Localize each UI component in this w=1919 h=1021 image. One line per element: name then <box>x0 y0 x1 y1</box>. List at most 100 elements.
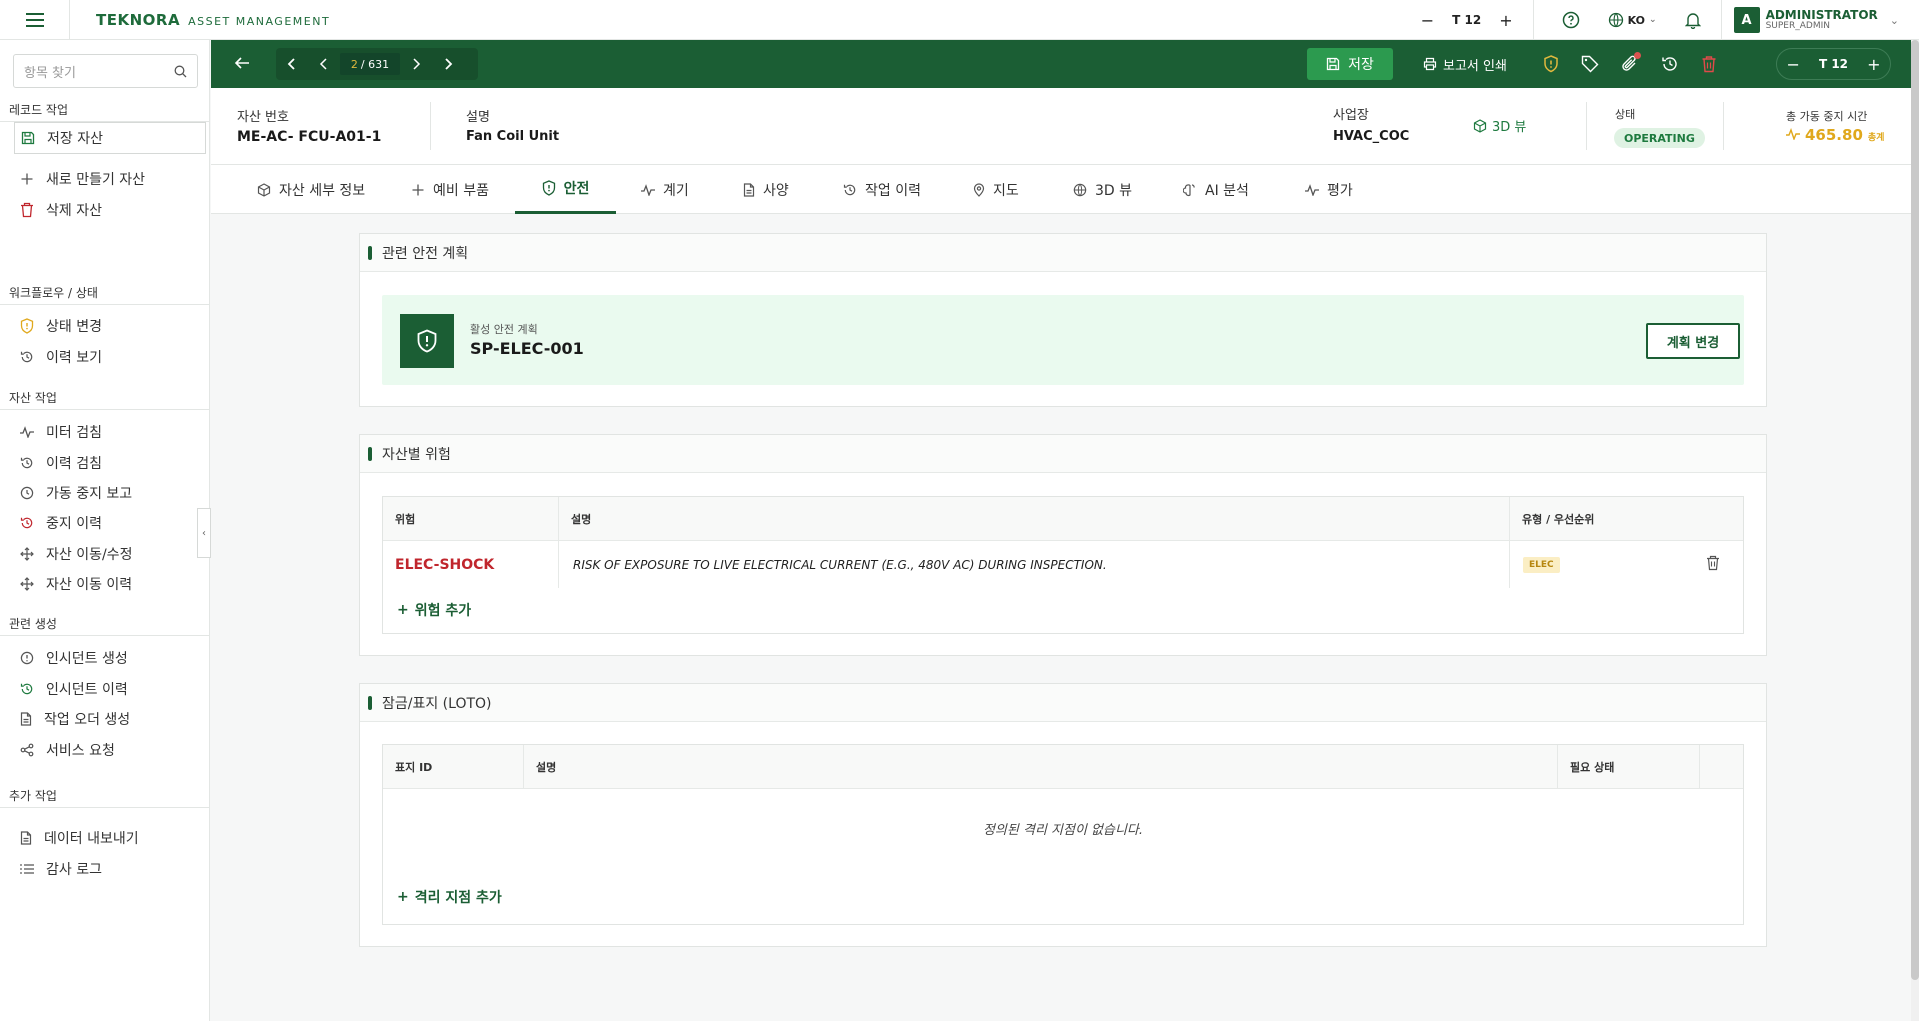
tab-6[interactable]: 지도 <box>973 165 1019 214</box>
sidebar-item-3-2[interactable]: 작업 오더 생성 <box>14 703 206 735</box>
tab-4[interactable]: 사양 <box>743 165 789 214</box>
scrollbar[interactable] <box>1911 40 1919 1021</box>
font-increase-button[interactable]: + <box>1499 11 1512 30</box>
record-toolbar: 2/ 631 저장 보고서 인쇄 − T 12 + <box>211 40 1915 88</box>
tab-7[interactable]: 3D 뷰 <box>1073 165 1132 214</box>
user-name: ADMINISTRATOR <box>1765 7 1878 22</box>
tab-0[interactable]: 자산 세부 정보 <box>257 165 365 214</box>
sidebar-item-2-3[interactable]: 중지 이력 <box>14 507 206 539</box>
sidebar-item-label: 중지 이력 <box>46 516 102 532</box>
pin-icon <box>973 182 985 197</box>
sidebar-item-0-0[interactable]: 저장 자산 <box>14 122 206 154</box>
history-icon[interactable] <box>1661 55 1679 73</box>
plus-icon <box>20 172 34 186</box>
back-arrow-icon[interactable] <box>233 54 251 72</box>
shield-alert-icon[interactable] <box>1543 55 1559 73</box>
plus-icon: + <box>397 889 409 905</box>
sidebar-item-1-0[interactable]: 상태 변경 <box>14 310 206 342</box>
sidebar-item-2-2[interactable]: 가동 중지 보고 <box>14 477 206 509</box>
tab-1[interactable]: 예비 부품 <box>411 165 489 214</box>
tab-label: 예비 부품 <box>433 182 489 199</box>
trash-icon[interactable] <box>1706 555 1720 571</box>
sidebar-item-label: 저장 자산 <box>47 131 103 147</box>
sidebar-item-4-1[interactable]: 감사 로그 <box>14 853 206 885</box>
add-isolation-point-button[interactable]: + 격리 지점 추가 <box>397 887 502 907</box>
sidebar-item-3-0[interactable]: 인시던트 생성 <box>14 642 206 674</box>
sidebar-section-title: 추가 작업 <box>9 789 57 803</box>
sidebar-item-label: 인시던트 생성 <box>46 651 128 667</box>
sidebar-item-0-1[interactable]: 새로 만들기 자산 <box>14 163 206 195</box>
asset-header: 자산 번호 ME-AC- FCU-A01-1 설명 Fan Coil Unit … <box>211 88 1911 165</box>
avatar: A <box>1733 7 1760 33</box>
tab-label: 안전 <box>563 181 590 197</box>
attachment-icon[interactable] <box>1621 52 1641 73</box>
pulse-icon <box>20 426 34 438</box>
print-report-button[interactable]: 보고서 인쇄 <box>1423 48 1507 80</box>
content-zoom-control: − T 12 + <box>1776 48 1891 80</box>
bell-icon[interactable] <box>1671 0 1715 40</box>
sidebar-collapse-button[interactable]: ‹ <box>197 508 211 558</box>
hazard-type-badge: ELEC <box>1523 557 1560 573</box>
zoom-out-button[interactable]: − <box>1787 55 1800 74</box>
table-row[interactable]: ELEC-SHOCK RISK OF EXPOSURE TO LIVE ELEC… <box>383 541 1743 588</box>
sidebar-search-input[interactable]: 항목 찾기 <box>13 54 198 88</box>
last-record-button[interactable] <box>432 48 464 80</box>
tab-3[interactable]: 계기 <box>641 165 689 214</box>
asset-number-label: 자산 번호 <box>237 110 289 125</box>
sidebar-item-label: 자산 이동/수정 <box>46 547 133 563</box>
asset-number: ME-AC- FCU-A01-1 <box>237 129 382 145</box>
tab-8[interactable]: AI 분석 <box>1183 165 1249 214</box>
document-icon <box>20 712 32 726</box>
status-badge: OPERATING <box>1614 128 1705 148</box>
tab-label: 지도 <box>993 182 1019 199</box>
sidebar-item-label: 상태 변경 <box>46 319 102 335</box>
card-title: 자산별 위험 <box>360 435 1766 473</box>
first-record-button[interactable] <box>276 48 308 80</box>
pulse-icon <box>641 183 655 196</box>
delete-icon[interactable] <box>1701 55 1717 73</box>
language-selector[interactable]: KO ⌄ <box>1594 12 1671 28</box>
view-3d-link[interactable]: 3D 뷰 <box>1473 116 1526 135</box>
sidebar-item-3-3[interactable]: 서비스 요청 <box>14 734 206 766</box>
record-pager: 2/ 631 <box>276 48 478 80</box>
menu-icon[interactable] <box>0 0 70 40</box>
card-title: 잠금/표지 (LOTO) <box>360 684 1766 722</box>
printer-icon <box>1423 57 1437 71</box>
tab-9[interactable]: 평가 <box>1305 165 1353 214</box>
help-icon[interactable] <box>1548 0 1594 40</box>
user-menu[interactable]: A ADMINISTRATOR SUPER_ADMIN ⌄ <box>1720 0 1919 40</box>
downtime-label: 총 가동 중지 시간 <box>1786 110 1868 123</box>
change-plan-button[interactable]: 계획 변경 <box>1646 323 1740 359</box>
top-bar: TEKNORA ASSET MANAGEMENT − T 12 + KO ⌄ A… <box>0 0 1919 40</box>
prev-record-button[interactable] <box>308 48 340 80</box>
tab-5[interactable]: 작업 이력 <box>843 165 921 214</box>
asset-tabs: 자산 세부 정보 예비 부품 안전 계기 사양 작업 이력 지도 3D 뷰 AI… <box>211 165 1911 214</box>
sidebar-item-label: 자산 이동 이력 <box>46 577 133 593</box>
sidebar-section-title: 자산 작업 <box>9 391 57 405</box>
history-icon <box>20 682 34 696</box>
save-button[interactable]: 저장 <box>1307 48 1393 80</box>
sidebar-item-1-1[interactable]: 이력 보기 <box>14 341 206 373</box>
tag-icon[interactable] <box>1581 55 1599 73</box>
sidebar-item-label: 데이터 내보내기 <box>44 831 139 847</box>
zoom-in-button[interactable]: + <box>1867 55 1880 74</box>
tab-2[interactable]: 안전 <box>515 165 616 214</box>
next-record-button[interactable] <box>400 48 432 80</box>
font-decrease-button[interactable]: − <box>1421 11 1434 30</box>
sidebar-item-2-0[interactable]: 미터 검침 <box>14 416 206 448</box>
sidebar-item-0-2[interactable]: 삭제 자산 <box>14 194 206 226</box>
globe-icon <box>1608 12 1624 28</box>
add-hazard-button[interactable]: + 위험 추가 <box>397 600 471 620</box>
tab-label: 작업 이력 <box>865 182 921 199</box>
app-logo: TEKNORA ASSET MANAGEMENT <box>96 10 331 29</box>
sidebar-item-2-4[interactable]: 자산 이동/수정 <box>14 538 206 570</box>
page-indicator[interactable]: 2/ 631 <box>340 53 400 75</box>
plus-icon: + <box>397 602 409 618</box>
sidebar-item-3-1[interactable]: 인시던트 이력 <box>14 673 206 705</box>
tab-label: 사양 <box>763 182 789 199</box>
loto-card: 잠금/표지 (LOTO) 표지 ID 설명 필요 상태 정의된 격리 지점이 없… <box>359 683 1767 947</box>
tab-label: 3D 뷰 <box>1095 182 1133 199</box>
sidebar-item-2-5[interactable]: 자산 이동 이력 <box>14 568 206 600</box>
sidebar-item-2-1[interactable]: 이력 검침 <box>14 447 206 479</box>
sidebar-item-4-0[interactable]: 데이터 내보내기 <box>14 822 206 854</box>
